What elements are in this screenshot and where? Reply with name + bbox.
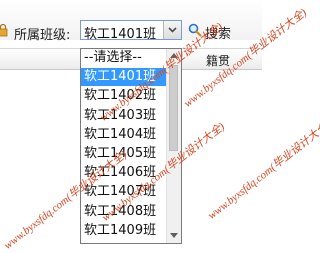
class-filter-label: 所属班级: [14,28,71,43]
dropdown-option[interactable]: 软工1405班 [81,145,167,163]
scroll-thumb[interactable] [169,65,178,151]
class-select-value: 软工1401班 [84,27,157,42]
dropdown-option[interactable]: 软工1406班 [81,164,167,182]
search-button-label: 搜索 [205,27,232,42]
dropdown-option[interactable]: 软工1403班 [81,107,167,125]
dropdown-option[interactable]: 软工1401班 [81,68,167,87]
scroll-up-button[interactable] [167,49,181,63]
dropdown-option[interactable]: 软工1409班 [81,222,167,240]
dropdown-option[interactable]: --请选择-- [81,49,167,67]
column-header-jiguan[interactable]: 籍贯 [206,52,230,69]
class-dropdown-list[interactable]: --请选择-- 软工1401班 软工1402班 软工1403班 软工1404班 软工140… [80,48,182,244]
scroll-up-arrow-icon [170,53,178,58]
scroll-down-arrow-icon [170,233,178,238]
class-select[interactable]: 软工1401班 [80,20,182,42]
dropdown-option[interactable]: 软工1404班 [81,126,167,144]
search-icon [188,23,202,37]
filter-toolbar: 所属班级: 软工1401班 搜索 [0,0,262,43]
dropdown-option[interactable]: 软工1408班 [81,203,167,221]
lock-icon [0,23,8,37]
scroll-down-button[interactable] [167,229,181,243]
dropdown-scrollbar[interactable] [166,49,181,243]
select-dropdown-button[interactable] [163,21,181,39]
chevron-down-icon [168,27,177,33]
dropdown-option[interactable]: 软工1407班 [81,183,167,201]
dropdown-option[interactable]: 软工1402班 [81,87,167,105]
